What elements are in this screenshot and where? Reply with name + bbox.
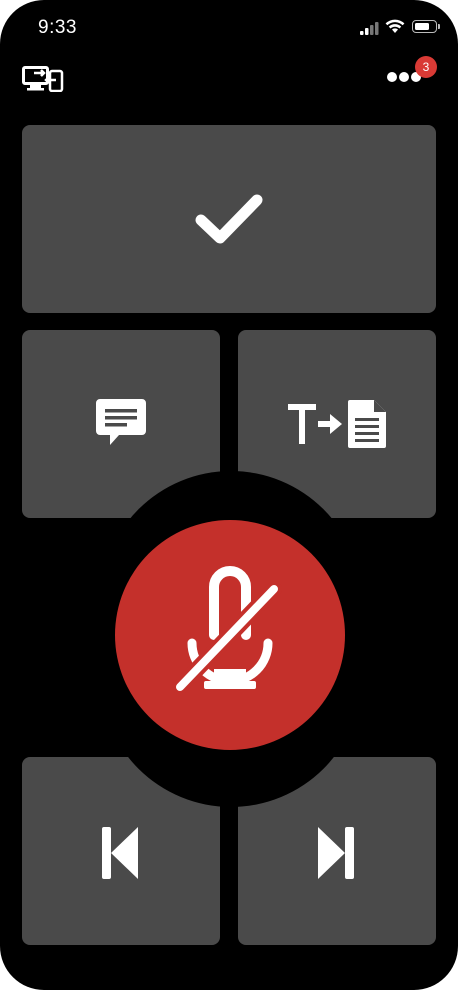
text-to-document-icon xyxy=(288,400,386,448)
comment-icon xyxy=(96,399,146,445)
microphone-muted-icon xyxy=(172,566,282,695)
battery-icon xyxy=(412,20,437,33)
status-time: 9:33 xyxy=(38,17,77,38)
phone-screen: 9:33 3 xyxy=(0,0,458,990)
skip-previous-icon xyxy=(102,827,138,879)
checkmark-icon xyxy=(195,194,263,244)
screen-share-icon[interactable] xyxy=(22,66,64,92)
notification-badge: 3 xyxy=(415,56,437,78)
confirm-button[interactable] xyxy=(22,125,436,313)
status-bar: 9:33 xyxy=(0,0,458,54)
wifi-icon xyxy=(385,19,405,33)
mic-toggle-button[interactable] xyxy=(115,520,345,750)
battery-tip xyxy=(438,24,440,29)
skip-next-icon xyxy=(318,827,354,879)
battery-level xyxy=(414,22,429,30)
cellular-signal-icon xyxy=(360,22,379,35)
